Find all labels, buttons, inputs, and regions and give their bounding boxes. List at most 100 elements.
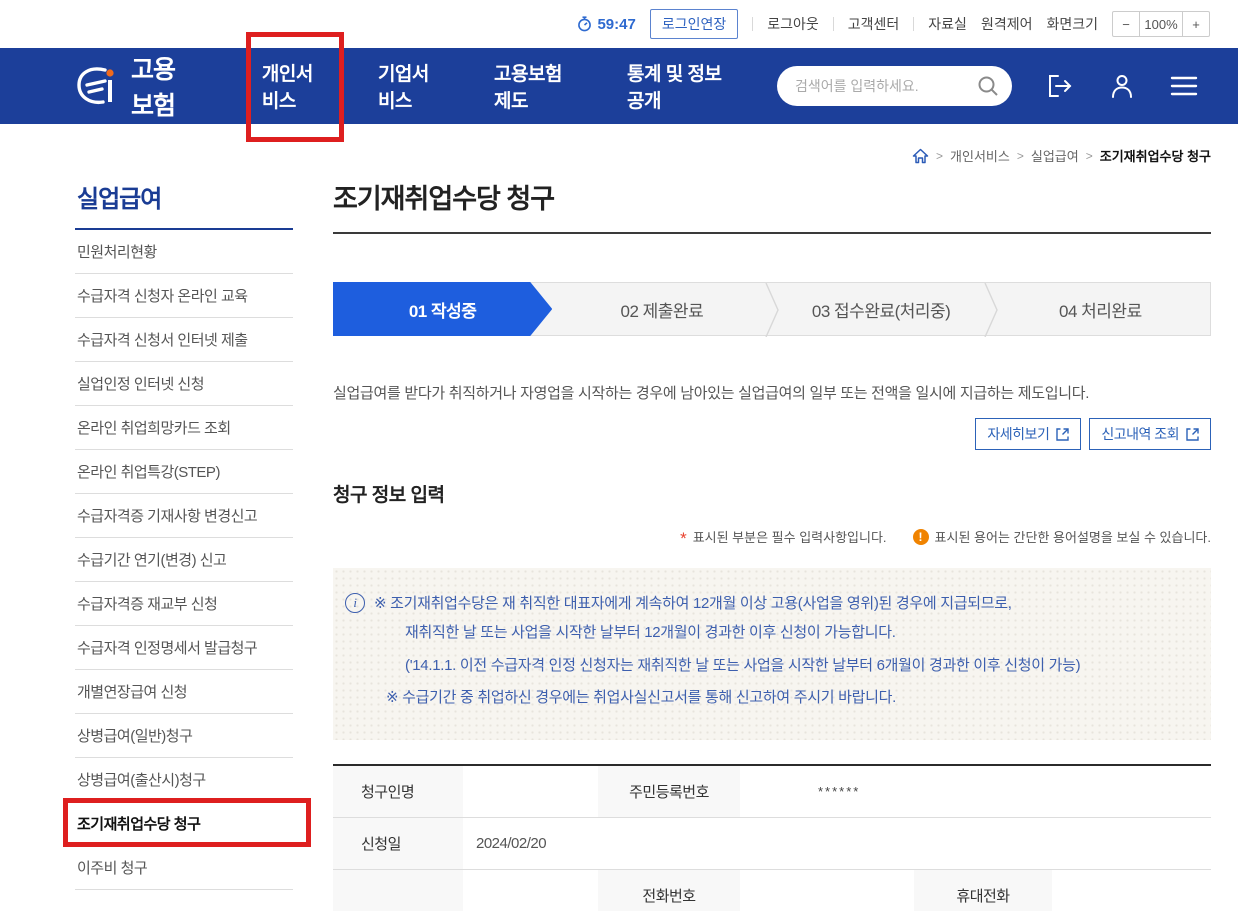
rrn-value: ****** bbox=[740, 765, 1211, 818]
chevron-separator bbox=[984, 283, 998, 337]
main-navbar: 고용보험 개인서비스 기업서비스 고용보험 제도 통계 및 정보공개 bbox=[0, 32, 1238, 142]
timer-value: 59:47 bbox=[597, 15, 636, 33]
required-asterisk-icon: * bbox=[680, 528, 687, 548]
claimant-value bbox=[463, 765, 598, 818]
sidebar-item-online-education[interactable]: 수급자격 신청자 온라인 교육 bbox=[75, 274, 293, 318]
external-link-icon bbox=[1056, 427, 1070, 441]
breadcrumb-separator: > bbox=[936, 148, 944, 163]
phone-value[interactable] bbox=[740, 869, 914, 911]
notice-line: 재취직한 날 또는 사업을 시작한 날부터 12개월이 경과한 이후 신청이 가… bbox=[405, 624, 896, 642]
sidebar-item-extended-benefit[interactable]: 개별연장급여 신청 bbox=[75, 670, 293, 714]
notice-line: ※ 수급기간 중 취업하신 경우에는 취업사실신고서를 통해 신고하여 주시기 … bbox=[386, 688, 896, 706]
screen-size-label: 화면크기 bbox=[1046, 16, 1098, 32]
step-completed: 04 처리완료 bbox=[984, 283, 1210, 337]
active-underline bbox=[260, 124, 329, 129]
search-box bbox=[777, 66, 1012, 106]
nav-item-statistics[interactable]: 통계 및 정보공개 bbox=[625, 53, 729, 119]
divider bbox=[752, 17, 754, 31]
program-description: 실업급여를 받다가 취직하거나 자영업을 시작하는 경우에 남아있는 실업급여의… bbox=[333, 385, 1090, 402]
apply-date-value: 2024/02/20 bbox=[463, 817, 1211, 870]
nav-menu: 개인서비스 기업서비스 고용보험 제도 통계 및 정보공개 bbox=[245, 32, 729, 142]
term-note: ! 표시된 용어는 간단한 용어설명을 보실 수 있습니다. bbox=[912, 527, 1211, 546]
claim-input-section-title: 청구 정보 입력 bbox=[333, 485, 445, 506]
sidebar-item-statement-issue[interactable]: 수급자격 인정명세서 발급청구 bbox=[75, 626, 293, 670]
sidebar-item-reissue[interactable]: 수급자격증 재교부 신청 bbox=[75, 582, 293, 626]
page-title: 조기재취업수당 청구 bbox=[333, 175, 1211, 234]
nav-item-business-services[interactable]: 기업서비스 bbox=[376, 53, 446, 119]
logout-link[interactable]: 로그아웃 bbox=[767, 14, 819, 34]
main-panel: 조기재취업수당 청구 01 작성중 02 제출완료 03 접수완료(처리중) 0… bbox=[333, 175, 1211, 911]
zoom-level: 100% bbox=[1139, 12, 1183, 36]
action-buttons: 자세히보기 신고내역 조회 bbox=[333, 418, 1211, 450]
notice-box: i ※ 조기재취업수당은 재 취직한 대표자에게 계속하여 12개월 이상 고용… bbox=[333, 568, 1211, 740]
remote-control-link[interactable]: 원격제어 bbox=[981, 14, 1033, 34]
user-icon[interactable] bbox=[1108, 72, 1136, 100]
home-icon[interactable] bbox=[912, 148, 929, 164]
required-note: * 표시된 부분은 필수 입력사항입니다. bbox=[680, 528, 887, 548]
sidebar-item-internet-submission[interactable]: 수급자격 신청서 인터넷 제출 bbox=[75, 318, 293, 362]
zoom-out-button[interactable]: − bbox=[1113, 12, 1139, 36]
search-input[interactable] bbox=[795, 78, 976, 94]
external-link-icon bbox=[1186, 427, 1199, 441]
table-row-apply-date: 신청일 2024/02/20 bbox=[333, 817, 1211, 870]
input-notes: * 표시된 부분은 필수 입력사항입니다. ! 표시된 용어는 간단한 용어설명… bbox=[333, 527, 1211, 548]
info-icon: i bbox=[345, 593, 365, 613]
menu-icon[interactable] bbox=[1170, 75, 1198, 97]
nav-item-label: 기업서비스 bbox=[377, 64, 429, 112]
session-timer: 59:47 bbox=[577, 15, 636, 33]
breadcrumb-unemployment-benefits[interactable]: 실업급여 bbox=[1031, 146, 1079, 165]
sidebar-item-sickness-maternity[interactable]: 상병급여(출산시)청구 bbox=[75, 758, 293, 802]
address-label: 주소 bbox=[333, 869, 463, 911]
zoom-control: − 100% + bbox=[1112, 11, 1210, 37]
nav-item-label: 고용보험 제도 bbox=[494, 64, 562, 112]
rrn-label: 주민등록번호 bbox=[598, 765, 740, 818]
extend-login-button[interactable]: 로그인연장 bbox=[649, 9, 739, 39]
phone-label: 전화번호 bbox=[598, 869, 740, 911]
nav-icons bbox=[1046, 72, 1198, 100]
sidebar-item-moving-expense[interactable]: 이주비 청구 bbox=[75, 846, 293, 890]
sidebar: 실업급여 민원처리현황 수급자격 신청자 온라인 교육 수급자격 신청서 인터넷… bbox=[63, 175, 311, 911]
nav-item-personal-services[interactable]: 개인서비스 bbox=[245, 32, 344, 142]
sidebar-item-step-lecture[interactable]: 온라인 취업특강(STEP) bbox=[75, 450, 293, 494]
mobile-label: 휴대전화 bbox=[914, 869, 1052, 911]
logo[interactable]: 고용보험 bbox=[75, 50, 196, 122]
notice-line: ('14.1.1. 이전 수급자격 인정 신청자는 재취직한 날 또는 사업을 … bbox=[405, 656, 1081, 674]
chevron-separator bbox=[764, 283, 779, 337]
zoom-in-button[interactable]: + bbox=[1183, 12, 1209, 36]
sidebar-item-period-postpone[interactable]: 수급기간 연기(변경) 신고 bbox=[75, 538, 293, 582]
table-row-address-contacts: 주소 전화번호 휴대전화 bbox=[333, 869, 1211, 911]
resources-link[interactable]: 자료실 bbox=[928, 14, 967, 34]
sidebar-item-unemployment-recognition[interactable]: 실업인정 인터넷 신청 bbox=[75, 362, 293, 406]
sidebar-item-change-report[interactable]: 수급자격증 기재사항 변경신고 bbox=[75, 494, 293, 538]
breadcrumb-current-page: 조기재취업수당 청구 bbox=[1099, 149, 1211, 164]
content-area: 실업급여 민원처리현황 수급자격 신청자 온라인 교육 수급자격 신청서 인터넷… bbox=[0, 175, 1238, 911]
utility-bar: 59:47 로그인연장 로그아웃 고객센터 자료실 원격제어 화면크기 − 10… bbox=[0, 0, 1238, 48]
sidebar-title: 실업급여 bbox=[75, 175, 293, 230]
detail-view-button[interactable]: 자세히보기 bbox=[975, 418, 1082, 450]
spacer-cell bbox=[463, 869, 598, 911]
breadcrumb: > 개인서비스 > 실업급여 > 조기재취업수당 청구 bbox=[0, 124, 1238, 175]
breadcrumb-personal-services[interactable]: 개인서비스 bbox=[950, 146, 1010, 165]
step-submitted: 02 제출완료 bbox=[620, 301, 704, 321]
logo-icon bbox=[75, 64, 121, 108]
breadcrumb-separator: > bbox=[1085, 148, 1093, 163]
mobile-value[interactable] bbox=[1052, 869, 1211, 911]
sidebar-item-hope-card[interactable]: 온라인 취업희망카드 조회 bbox=[75, 406, 293, 450]
search-icon[interactable] bbox=[976, 74, 1000, 98]
divider bbox=[913, 17, 915, 31]
sidebar-item-sickness-general[interactable]: 상병급여(일반)청구 bbox=[75, 714, 293, 758]
sidebar-item-early-reemployment[interactable]: 조기재취업수당 청구 bbox=[63, 798, 311, 847]
step-indicator: 01 작성중 02 제출완료 03 접수완료(처리중) 04 처리완료 bbox=[333, 282, 1211, 337]
claim-info-table: 청구인명 주민등록번호 ****** 신청일 2024/02/20 주소 전화번… bbox=[333, 764, 1211, 911]
logout-icon[interactable] bbox=[1046, 72, 1074, 100]
nav-item-label: 통계 및 정보공개 bbox=[627, 64, 722, 112]
divider bbox=[832, 17, 834, 31]
logo-text: 고용보험 bbox=[131, 56, 176, 120]
timer-icon bbox=[577, 16, 592, 32]
nav-item-label: 개인서비스 bbox=[261, 64, 313, 112]
sidebar-item-complaint-status[interactable]: 민원처리현황 bbox=[75, 230, 293, 274]
report-history-button[interactable]: 신고내역 조회 bbox=[1089, 418, 1211, 450]
customer-center-link[interactable]: 고객센터 bbox=[848, 14, 900, 34]
table-row-claimant: 청구인명 주민등록번호 ****** bbox=[333, 765, 1211, 818]
nav-item-insurance-system[interactable]: 고용보험 제도 bbox=[492, 53, 579, 119]
